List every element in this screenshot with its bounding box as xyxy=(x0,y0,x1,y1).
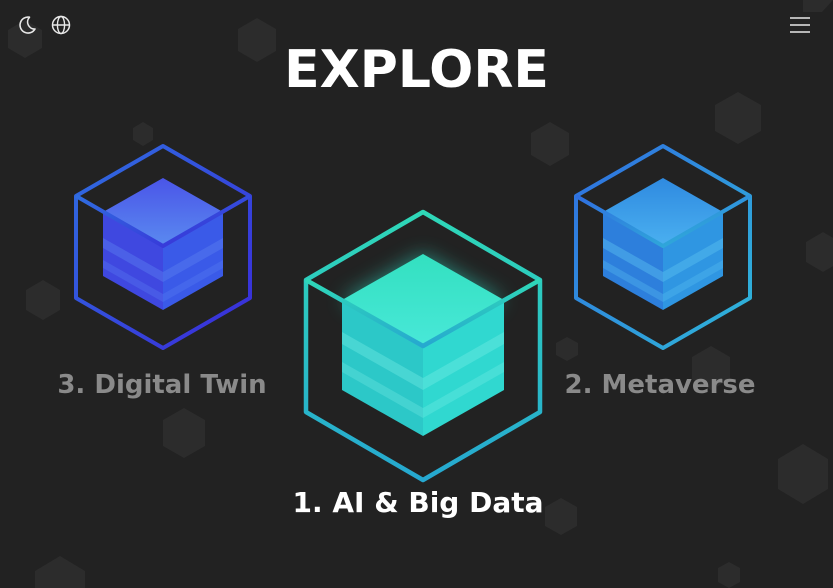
explore-screen: EXPLORE 3. Digital Twin 2. Metaverse 1. … xyxy=(0,0,833,588)
carousel-item-ai-big-data[interactable] xyxy=(296,204,550,488)
hamburger-menu-icon[interactable] xyxy=(789,15,811,35)
carousel-item-digital-twin[interactable] xyxy=(68,140,258,355)
cube-icon xyxy=(74,144,252,350)
cube-icon xyxy=(574,144,752,350)
carousel-label-ai-big-data: 1. AI & Big Data xyxy=(292,486,544,519)
carousel-item-metaverse[interactable] xyxy=(568,140,758,355)
cube-icon xyxy=(303,209,543,483)
carousel-label-metaverse: 2. Metaverse xyxy=(564,370,756,400)
moon-icon[interactable] xyxy=(16,14,38,36)
globe-icon[interactable] xyxy=(50,14,72,36)
carousel-label-digital-twin: 3. Digital Twin xyxy=(57,370,267,400)
page-title: EXPLORE xyxy=(284,40,549,100)
